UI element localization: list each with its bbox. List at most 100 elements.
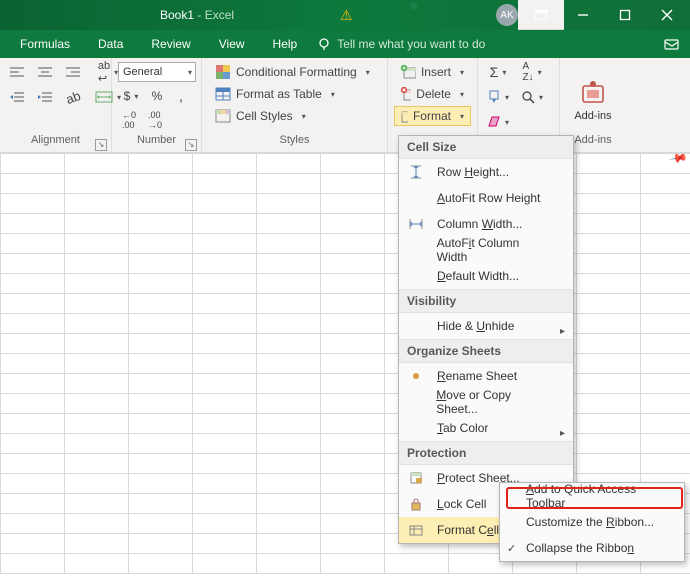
- menu-autofit-row-height[interactable]: AutoFit Row Height: [399, 185, 573, 211]
- percent-icon: %: [152, 89, 163, 103]
- menu-movecopy-label: Move or Copy Sheet...: [436, 388, 551, 416]
- ribbon-tabs: Formulas Data Review View Help Tell me w…: [0, 30, 690, 58]
- context-collapse-label: Collapse the Ribbon: [526, 541, 634, 555]
- orientation-button[interactable]: ab: [62, 87, 84, 107]
- share-button[interactable]: [664, 37, 680, 51]
- insert-cells-button[interactable]: Insert: [394, 62, 471, 82]
- merge-icon: [95, 90, 113, 104]
- clear-button[interactable]: [484, 112, 512, 132]
- wrap-icon: ab↩: [98, 60, 110, 85]
- menu-lock-label: Lock Cell: [437, 497, 486, 511]
- accounting-format-button[interactable]: $: [118, 86, 144, 106]
- group-alignment: ab ab↩ Alignment↘: [0, 58, 112, 152]
- menu-hideunhide-label: Hide & Unhide: [437, 319, 514, 333]
- close-icon: [661, 9, 673, 21]
- column-width-icon: [407, 215, 425, 233]
- ribbon: ab ab↩ Alignment↘ General▾ $ % , ←0.00 .…: [0, 58, 690, 153]
- number-dialog-launcher[interactable]: ↘: [185, 139, 197, 151]
- group-label-alignment: Alignment↘: [0, 134, 111, 152]
- maximize-button[interactable]: [602, 0, 648, 30]
- maximize-icon: [619, 9, 631, 21]
- context-add-qat[interactable]: Add to Quick Access Toolbar: [500, 483, 684, 509]
- conditional-formatting-label: Conditional Formatting: [236, 65, 357, 79]
- delete-label: Delete: [416, 87, 451, 101]
- align-left-icon: [9, 66, 25, 78]
- eraser-icon: [487, 115, 501, 129]
- delete-cells-button[interactable]: Delete: [394, 84, 471, 104]
- cell-styles-label: Cell Styles: [236, 109, 293, 123]
- find-select-button[interactable]: [518, 87, 546, 107]
- alignment-dialog-launcher[interactable]: ↘: [95, 139, 107, 151]
- format-cells-icon: [401, 109, 408, 123]
- menu-row-height-label: Row Height...: [437, 165, 509, 179]
- fill-button[interactable]: [484, 87, 512, 107]
- number-format-value: General: [123, 66, 162, 78]
- tab-formulas[interactable]: Formulas: [6, 30, 84, 58]
- menu-autofitcol-label: AutoFit Column Width: [437, 236, 551, 264]
- format-as-table-button[interactable]: Format as Table: [208, 84, 381, 104]
- format-table-icon: [215, 87, 231, 101]
- context-customize-ribbon[interactable]: Customize the Ribbon...: [500, 509, 684, 535]
- number-format-combo[interactable]: General▾: [118, 62, 196, 82]
- menu-tab-color[interactable]: Tab Color: [399, 415, 573, 441]
- menu-autofit-column-width[interactable]: AutoFit Column Width: [399, 237, 573, 263]
- window-title: Book1 - Excel: [160, 8, 234, 22]
- tab-data[interactable]: Data: [84, 30, 137, 58]
- minimize-icon: [577, 9, 589, 21]
- format-label: Format: [413, 109, 451, 123]
- minimize-button[interactable]: [560, 0, 606, 30]
- ribbon-display-options-button[interactable]: [518, 0, 564, 30]
- menu-hide-unhide[interactable]: Hide & Unhide: [399, 313, 573, 339]
- menu-column-width[interactable]: Column Width...: [399, 211, 573, 237]
- group-label-styles: Styles: [202, 134, 387, 152]
- menu-section-visibility: Visibility: [399, 289, 573, 313]
- insert-cells-icon: [401, 65, 416, 79]
- conditional-formatting-button[interactable]: Conditional Formatting: [208, 62, 381, 82]
- checkmark-icon: ✓: [507, 542, 516, 555]
- tab-view[interactable]: View: [205, 30, 259, 58]
- cell-styles-icon: [215, 109, 231, 123]
- addins-label: Add-ins: [574, 110, 611, 122]
- align-right-button[interactable]: [62, 62, 84, 82]
- close-button[interactable]: [644, 0, 690, 30]
- decrease-decimal-button[interactable]: .00→0: [144, 110, 166, 130]
- outdent-icon: [9, 91, 25, 103]
- rename-sheet-icon: [407, 367, 425, 385]
- autosum-button[interactable]: Σ: [484, 62, 512, 82]
- menu-move-copy-sheet[interactable]: Move or Copy Sheet...: [399, 389, 573, 415]
- menu-row-height[interactable]: Row Height...: [399, 159, 573, 185]
- menu-defaultwidth-label: Default Width...: [437, 269, 519, 283]
- ribbon-options-icon: [534, 9, 548, 21]
- tell-me-search[interactable]: Tell me what you want to do: [337, 37, 485, 51]
- menu-section-organize: Organize Sheets: [399, 339, 573, 363]
- align-left-button[interactable]: [6, 62, 28, 82]
- menu-rename-sheet[interactable]: Rename Sheet: [399, 363, 573, 389]
- context-collapse-ribbon[interactable]: ✓ Collapse the Ribbon: [500, 535, 684, 561]
- cell-styles-button[interactable]: Cell Styles: [208, 106, 381, 126]
- decrease-indent-button[interactable]: [6, 87, 28, 107]
- menu-default-width[interactable]: Default Width...: [399, 263, 573, 289]
- context-customize-label: Customize the Ribbon...: [526, 515, 654, 529]
- user-avatar[interactable]: AK: [496, 4, 518, 26]
- fill-down-icon: [487, 90, 501, 104]
- format-cells-button[interactable]: Format: [394, 106, 471, 126]
- comma-icon: ,: [179, 88, 183, 104]
- row-height-icon: [407, 163, 425, 181]
- increase-decimal-button[interactable]: ←0.00: [118, 110, 140, 130]
- delete-cells-icon: [401, 87, 411, 101]
- menu-rename-label: Rename Sheet: [437, 369, 517, 383]
- group-label-number: Number↘: [112, 134, 201, 152]
- addins-button[interactable]: Add-ins: [567, 62, 619, 134]
- tab-review[interactable]: Review: [137, 30, 204, 58]
- indent-icon: [37, 91, 53, 103]
- sigma-icon: Σ: [490, 64, 499, 80]
- lock-icon: [407, 495, 425, 513]
- increase-indent-button[interactable]: [34, 87, 56, 107]
- percent-style-button[interactable]: %: [146, 86, 168, 106]
- comma-style-button[interactable]: ,: [170, 86, 192, 106]
- tab-help[interactable]: Help: [259, 30, 312, 58]
- sort-filter-button[interactable]: AZ↓: [518, 62, 546, 82]
- align-center-button[interactable]: [34, 62, 56, 82]
- ribbon-context-menu: Add to Quick Access Toolbar Customize th…: [499, 482, 685, 562]
- titlebar-pattern: [260, 0, 480, 30]
